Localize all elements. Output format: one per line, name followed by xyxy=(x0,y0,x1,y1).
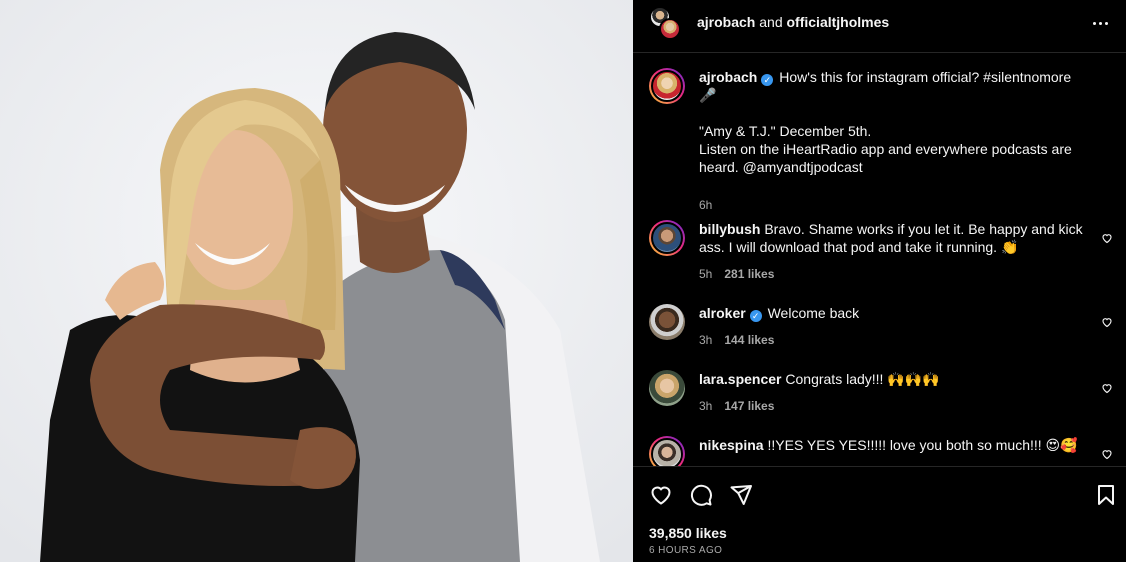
avatar[interactable] xyxy=(649,370,685,406)
heart-icon[interactable] xyxy=(649,483,673,507)
comment-body: Welcome back xyxy=(767,305,860,321)
caption-line: How's this for instagram official? #sile… xyxy=(779,69,1072,85)
username-link[interactable]: billybush xyxy=(699,221,760,237)
comment-likes[interactable]: 147 likes xyxy=(724,399,774,413)
post-detail-panel: ajrobach and officialtjholmes ajrobach ✓ … xyxy=(633,0,1126,562)
comment-body: !!YES YES YES!!!!! love you both so much… xyxy=(767,437,1078,453)
avatar[interactable] xyxy=(649,220,685,256)
avatar[interactable] xyxy=(649,304,685,340)
username-link[interactable]: lara.spencer xyxy=(699,371,782,387)
timestamp[interactable]: 5h xyxy=(699,267,712,281)
heart-icon[interactable] xyxy=(1101,448,1113,460)
share-icon[interactable] xyxy=(729,483,753,507)
avatar[interactable] xyxy=(649,68,685,104)
comment-text: lara.spencer Congrats lady!!! 🙌🙌🙌 xyxy=(699,370,1099,388)
photo-illustration xyxy=(0,0,633,562)
post-actions: 39,850 likes 6 HOURS AGO xyxy=(633,466,1126,562)
more-options-icon[interactable] xyxy=(1088,11,1112,35)
timestamp[interactable]: 3h xyxy=(699,399,712,413)
comment-meta: 3h 144 likes xyxy=(699,333,774,347)
timestamp[interactable]: 3h xyxy=(699,333,712,347)
username-link[interactable]: officialtjholmes xyxy=(787,14,890,30)
bookmark-icon[interactable] xyxy=(1094,483,1118,507)
comment-text: billybush Bravo. Shame works if you let … xyxy=(699,220,1099,256)
comment-meta: 3h 147 likes xyxy=(699,399,774,413)
likes-count[interactable]: 39,850 likes xyxy=(649,525,727,541)
comment-likes[interactable]: 144 likes xyxy=(724,333,774,347)
conjunction-text: and xyxy=(759,14,783,30)
post-header: ajrobach and officialtjholmes xyxy=(633,0,1126,53)
heart-icon[interactable] xyxy=(1101,382,1113,394)
verified-badge-icon: ✓ xyxy=(761,74,774,86)
collab-avatars[interactable] xyxy=(649,6,683,42)
username-link[interactable]: alroker xyxy=(699,305,746,321)
comment-icon[interactable] xyxy=(689,483,713,507)
caption-line: "Amy & T.J." December 5th. xyxy=(699,123,872,139)
comment-body: Congrats lady!!! 🙌🙌🙌 xyxy=(785,371,940,387)
caption-text: ajrobach ✓ How's this for instagram offic… xyxy=(699,68,1099,176)
username-link[interactable]: nikespina xyxy=(699,437,764,453)
post-photo[interactable] xyxy=(0,0,633,562)
timestamp[interactable]: 6h xyxy=(699,198,712,212)
post-timestamp[interactable]: 6 HOURS AGO xyxy=(649,545,722,556)
comment-text: nikespina !!YES YES YES!!!!! love you bo… xyxy=(699,436,1099,454)
caption-line: Listen on the iHeartRadio app and everyw… xyxy=(699,141,1072,175)
avatar[interactable] xyxy=(659,18,681,40)
comment-text: alroker ✓ Welcome back xyxy=(699,304,1099,322)
collab-usernames: ajrobach and officialtjholmes xyxy=(697,13,889,31)
username-link[interactable]: ajrobach xyxy=(697,14,755,30)
comment-likes[interactable]: 281 likes xyxy=(724,267,774,281)
heart-icon[interactable] xyxy=(1101,232,1113,244)
comment-meta: 5h 281 likes xyxy=(699,267,774,281)
mic-emoji: 🎤 xyxy=(699,87,717,103)
heart-icon[interactable] xyxy=(1101,316,1113,328)
caption-meta: 6h xyxy=(699,198,712,212)
username-link[interactable]: ajrobach xyxy=(699,69,757,85)
comments-list[interactable]: ajrobach ✓ How's this for instagram offic… xyxy=(633,54,1126,466)
verified-badge-icon: ✓ xyxy=(749,310,762,322)
avatar[interactable] xyxy=(649,436,685,466)
